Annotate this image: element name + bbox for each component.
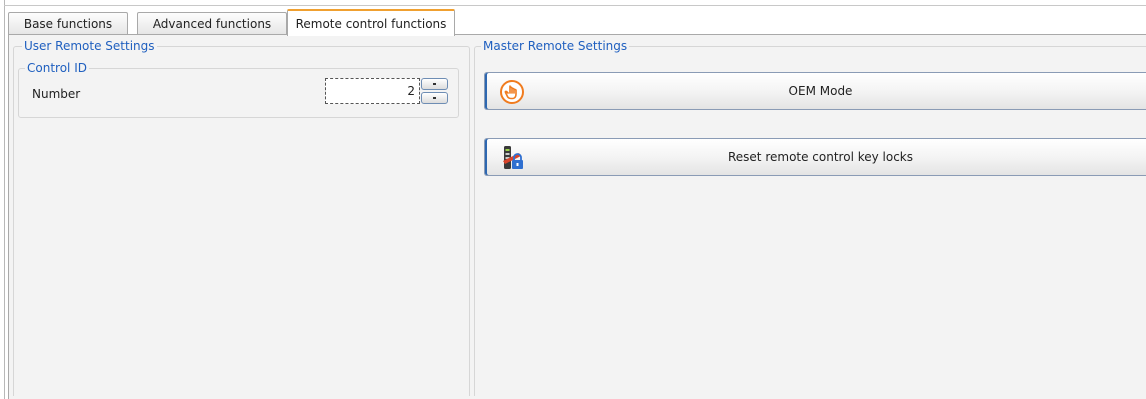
number-label: Number [32,87,81,101]
tab-advanced-functions[interactable]: Advanced functions [137,12,287,34]
number-spinbox [325,78,451,106]
oem-mode-button[interactable]: OEM Mode [484,72,1146,110]
tab-label: Advanced functions [152,16,272,31]
window-top-edge [4,5,1146,6]
user-remote-settings-group: User Remote Settings Control ID Number [13,39,470,396]
master-remote-settings-group: Master Remote Settings OEM Mode Reset re… [474,39,1146,396]
arrow-up-icon [433,83,436,85]
control-id-group: Control ID Number [18,61,459,118]
oem-mode-label: OEM Mode [788,84,853,98]
control-id-title: Control ID [25,61,89,75]
tab-label: Base functions [23,16,113,31]
spin-down-button[interactable] [421,92,448,104]
number-input[interactable] [325,78,420,104]
window-left-edge [4,0,5,399]
tab-content: User Remote Settings Control ID Number M… [8,34,1146,399]
arrow-down-icon [433,97,436,99]
tab-base-functions[interactable]: Base functions [8,12,128,34]
master-remote-settings-title: Master Remote Settings [481,39,630,53]
reset-key-locks-label: Reset remote control key locks [727,150,914,164]
reset-key-locks-button[interactable]: Reset remote control key locks [484,138,1146,176]
tab-label: Remote control functions [295,16,447,31]
spin-up-button[interactable] [421,78,448,90]
tab-remote-control-functions[interactable]: Remote control functions [287,9,455,36]
user-remote-settings-title: User Remote Settings [22,39,157,53]
